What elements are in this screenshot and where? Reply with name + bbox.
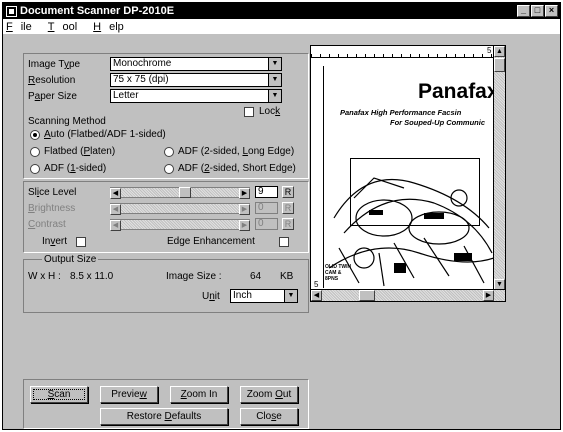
scanned-page: 5 Panafax Panafax High Performance Facsi… bbox=[314, 66, 499, 289]
preview-pane[interactable]: 5 5 Panafax Panafax High Performance Fac… bbox=[310, 45, 506, 302]
chevron-right-icon[interactable]: ▶ bbox=[239, 188, 250, 199]
chevron-right-icon: ▶ bbox=[239, 220, 250, 231]
radio-adf-short-edge-label: ADF (2-sided, Short Edge) bbox=[178, 163, 296, 174]
slice-reset-button[interactable]: R bbox=[282, 186, 294, 198]
scanning-method-heading: Scanning Method bbox=[28, 116, 106, 127]
vertical-scroll-thumb[interactable] bbox=[494, 58, 505, 72]
headline-1: Panafax High Performance Facsin bbox=[340, 108, 462, 117]
window-title: Document Scanner DP-2010E bbox=[20, 5, 175, 17]
preview-button[interactable]: Preview bbox=[100, 386, 158, 403]
preview-caption: OLID TWIN CAM & 8PNS bbox=[325, 264, 352, 282]
horizontal-scrollbar[interactable]: ◀ ▶ bbox=[311, 289, 505, 301]
output-size-panel: Output Size W x H : 8.5 x 11.0 Image Siz… bbox=[23, 254, 309, 313]
chevron-down-icon: ▼ bbox=[284, 290, 297, 302]
brightness-value: 0 bbox=[255, 202, 278, 214]
unit-label: Unit bbox=[202, 291, 220, 302]
radio-adf-1-sided[interactable] bbox=[30, 164, 40, 174]
radio-auto[interactable] bbox=[30, 130, 40, 140]
image-type-label: Image Type bbox=[28, 59, 81, 70]
image-size-label: Image Size : bbox=[166, 271, 222, 282]
menu-bar: File Tool Help bbox=[3, 19, 560, 34]
chevron-right-icon: ▶ bbox=[239, 204, 250, 215]
image-settings-panel: Image Type Monochrome ▼ Resolution 75 x 7… bbox=[23, 53, 309, 179]
contrast-label: Contrast bbox=[28, 219, 66, 230]
slice-level-slider[interactable]: ◀ ▶ bbox=[110, 187, 250, 199]
chevron-left-icon[interactable]: ◀ bbox=[311, 290, 322, 301]
buttons-panel: Scan Preview Zoom In Zoom Out Restore De… bbox=[23, 379, 309, 429]
radio-adf-short-edge[interactable] bbox=[164, 164, 174, 174]
image-size-value: 64 bbox=[250, 271, 262, 282]
chevron-left-icon[interactable]: ◀ bbox=[110, 188, 121, 199]
slider-thumb[interactable] bbox=[179, 187, 191, 198]
brand-text: Panafax bbox=[418, 80, 499, 103]
scan-button[interactable]: Scan bbox=[30, 386, 88, 403]
radio-adf-long-edge-label: ADF (2-sided, Long Edge) bbox=[178, 146, 295, 157]
close-window-button[interactable]: × bbox=[545, 5, 558, 17]
close-button[interactable]: Close bbox=[240, 408, 298, 425]
zoom-in-button[interactable]: Zoom In bbox=[170, 386, 228, 403]
wxh-label: W x H : bbox=[28, 271, 61, 282]
image-size-unit: KB bbox=[280, 271, 294, 282]
invert-label: Invert bbox=[42, 236, 68, 247]
menu-help[interactable]: Help bbox=[93, 21, 132, 33]
ruler-mark: 5 bbox=[487, 46, 492, 55]
radio-flatbed-label: Flatbed (Platen) bbox=[44, 146, 116, 157]
restore-defaults-button[interactable]: Restore Defaults bbox=[100, 408, 228, 425]
chevron-left-icon: ◀ bbox=[110, 220, 121, 231]
chevron-down-icon: ▼ bbox=[268, 74, 281, 86]
vertical-scrollbar[interactable]: ▲ ▼ bbox=[493, 46, 505, 290]
headline-2: For Souped-Up Communic bbox=[390, 118, 485, 127]
unit-select[interactable]: Inch ▼ bbox=[230, 289, 298, 303]
scanner-window: Document Scanner DP-2010E _ □ × File Too… bbox=[2, 2, 561, 430]
brightness-reset-button: R bbox=[282, 202, 294, 214]
horizontal-ruler: 5 bbox=[311, 46, 499, 58]
edge-enhancement-checkbox[interactable] bbox=[279, 237, 289, 247]
lock-checkbox[interactable] bbox=[244, 107, 254, 117]
slice-level-label: Slice Level bbox=[28, 187, 77, 198]
radio-adf-long-edge[interactable] bbox=[164, 147, 174, 157]
brightness-slider: ◀ ▶ bbox=[110, 203, 250, 215]
paper-size-label: Paper Size bbox=[28, 91, 77, 102]
lock-label: Lock bbox=[259, 106, 281, 117]
chevron-down-icon: ▼ bbox=[268, 90, 281, 102]
radio-flatbed[interactable] bbox=[30, 147, 40, 157]
radio-adf-1-sided-label: ADF (1-sided) bbox=[44, 163, 107, 174]
paper-size-select[interactable]: Letter ▼ bbox=[110, 89, 282, 103]
title-bar: Document Scanner DP-2010E _ □ × bbox=[3, 3, 560, 19]
ruler-side-mark: 5 bbox=[314, 280, 319, 289]
chevron-left-icon: ◀ bbox=[110, 204, 121, 215]
zoom-out-button[interactable]: Zoom Out bbox=[240, 386, 298, 403]
brightness-label: Brightness bbox=[28, 203, 76, 214]
adjustment-panel: Slice Level ◀ ▶ 9 R Brightness ◀ ▶ 0 R C… bbox=[23, 181, 309, 253]
invert-checkbox[interactable] bbox=[76, 237, 86, 247]
contrast-value: 0 bbox=[255, 218, 278, 230]
resolution-select[interactable]: 75 x 75 (dpi) ▼ bbox=[110, 73, 282, 87]
radio-auto-label: Auto (Flatbed/ADF 1-sided) bbox=[44, 129, 166, 140]
image-type-select[interactable]: Monochrome ▼ bbox=[110, 57, 282, 71]
chevron-right-icon[interactable]: ▶ bbox=[483, 290, 494, 301]
contrast-slider: ◀ ▶ bbox=[110, 219, 250, 231]
horizontal-scroll-thumb[interactable] bbox=[359, 290, 375, 301]
chevron-down-icon: ▼ bbox=[268, 58, 281, 70]
resolution-label: Resolution bbox=[28, 75, 76, 86]
wxh-value: 8.5 x 11.0 bbox=[70, 271, 114, 282]
contrast-reset-button: R bbox=[282, 218, 294, 230]
menu-file[interactable]: File bbox=[6, 21, 40, 33]
maximize-button[interactable]: □ bbox=[531, 5, 544, 17]
output-size-heading: Output Size bbox=[42, 254, 99, 265]
menu-tool[interactable]: Tool bbox=[48, 21, 85, 33]
edge-enhancement-label: Edge Enhancement bbox=[167, 236, 255, 247]
chevron-up-icon[interactable]: ▲ bbox=[494, 46, 505, 57]
app-icon[interactable] bbox=[6, 5, 17, 17]
minimize-button[interactable]: _ bbox=[517, 5, 530, 17]
slice-level-value[interactable]: 9 bbox=[255, 186, 278, 198]
